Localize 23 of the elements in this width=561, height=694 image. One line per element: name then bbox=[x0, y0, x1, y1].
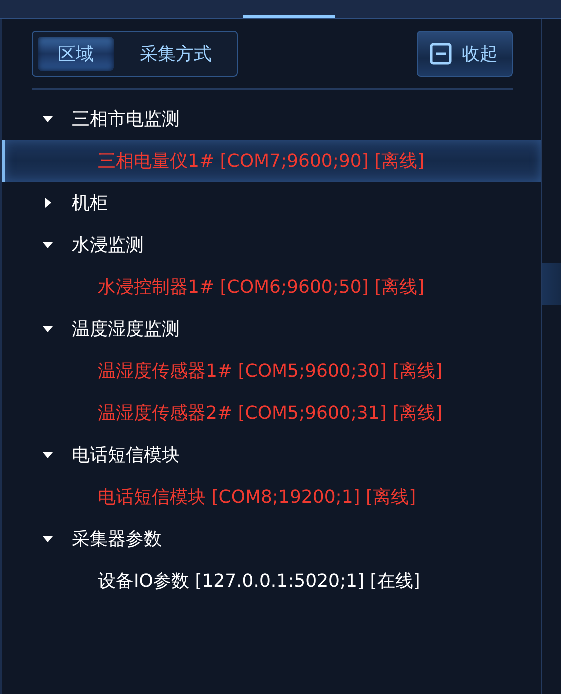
device-item[interactable]: 设备IO参数 [127.0.0.1:5020;1] [在线] bbox=[2, 560, 541, 602]
tree-group[interactable]: 三相市电监测 bbox=[2, 98, 541, 140]
tree-group[interactable]: 水浸监测 bbox=[2, 224, 541, 266]
tree-group[interactable]: 电话短信模块 bbox=[2, 434, 541, 476]
tree-group[interactable]: 机柜 bbox=[2, 182, 541, 224]
tree-group[interactable]: 采集器参数 bbox=[2, 518, 541, 560]
group-label: 电话短信模块 bbox=[72, 444, 180, 467]
group-label: 水浸监测 bbox=[72, 234, 144, 257]
device-item[interactable]: 三相电量仪1# [COM7;9600;90] [离线] bbox=[2, 140, 541, 182]
collapse-icon bbox=[430, 43, 452, 65]
collapse-button[interactable]: 收起 bbox=[417, 31, 513, 77]
tab[interactable]: 区域 bbox=[38, 37, 114, 71]
device-item[interactable]: 电话短信模块 [COM8;19200;1] [离线] bbox=[2, 476, 541, 518]
tree-group[interactable]: 温度湿度监测 bbox=[2, 308, 541, 350]
group-label: 机柜 bbox=[72, 192, 108, 215]
group-label: 三相市电监测 bbox=[72, 108, 180, 131]
scrollbar-thumb[interactable] bbox=[542, 263, 561, 305]
group-label: 温度湿度监测 bbox=[72, 318, 180, 341]
device-item[interactable]: 温湿度传感器2# [COM5;9600;31] [离线] bbox=[2, 392, 541, 434]
group-label: 采集器参数 bbox=[72, 528, 162, 551]
tab[interactable]: 采集方式 bbox=[120, 37, 232, 71]
device-item[interactable]: 水浸控制器1# [COM6;9600;50] [离线] bbox=[2, 266, 541, 308]
device-item[interactable]: 温湿度传感器1# [COM5;9600;30] [离线] bbox=[2, 350, 541, 392]
